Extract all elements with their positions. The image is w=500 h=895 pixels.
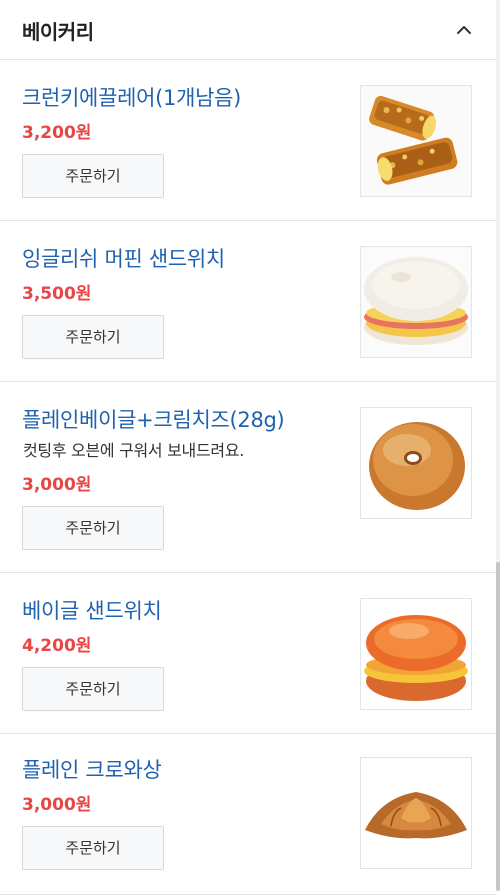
item-price: 3,500원 [22, 284, 92, 304]
item-price: 3,000원 [22, 475, 92, 495]
item-name[interactable]: 플레인 크로와상 [22, 754, 162, 784]
menu-item[interactable]: 크런키에끌레어(1개남음) 3,200원 주문하기 [0, 60, 496, 221]
item-image[interactable] [360, 598, 472, 710]
order-button[interactable]: 주문하기 [22, 826, 164, 870]
chevron-up-icon [457, 26, 471, 34]
section-header[interactable]: 베이커리 [0, 0, 496, 60]
item-name[interactable]: 잉글리쉬 머핀 샌드위치 [22, 243, 225, 273]
item-price: 3,200원 [22, 123, 92, 143]
muffin-sandwich-image [361, 247, 471, 357]
item-price: 3,000원 [22, 795, 92, 815]
menu-item[interactable]: 잉글리쉬 머핀 샌드위치 3,500원 주문하기 [0, 221, 496, 382]
item-name[interactable]: 플레인베이글+크림치즈(28g) [22, 404, 285, 434]
croissant-image [361, 758, 471, 868]
item-image[interactable] [360, 246, 472, 358]
order-button[interactable]: 주문하기 [22, 506, 164, 550]
item-name[interactable]: 베이글 샌드위치 [22, 595, 162, 625]
order-button[interactable]: 주문하기 [22, 315, 164, 359]
order-button[interactable]: 주문하기 [22, 154, 164, 198]
item-name[interactable]: 크런키에끌레어(1개남음) [22, 82, 241, 112]
item-image[interactable] [360, 757, 472, 869]
menu-item[interactable]: 플레인 크로와상 3,000원 주문하기 [0, 734, 496, 895]
section-title: 베이커리 [22, 20, 94, 44]
item-image[interactable] [360, 407, 472, 519]
eclair-pastry-image [361, 86, 471, 196]
plain-bagel-image [361, 408, 471, 518]
menu-item[interactable]: 베이글 샌드위치 4,200원 주문하기 [0, 573, 496, 734]
menu-item[interactable]: 플레인베이글+크림치즈(28g) 컷팅후 오븐에 구워서 보내드려요. 3,00… [0, 382, 496, 573]
item-image[interactable] [360, 85, 472, 197]
order-button[interactable]: 주문하기 [22, 667, 164, 711]
item-price: 4,200원 [22, 636, 92, 656]
bagel-sandwich-image [361, 599, 471, 709]
scrollbar-thumb[interactable] [496, 562, 500, 891]
item-description: 컷팅후 오븐에 구워서 보내드려요. [23, 441, 245, 460]
collapse-button[interactable] [448, 14, 480, 46]
